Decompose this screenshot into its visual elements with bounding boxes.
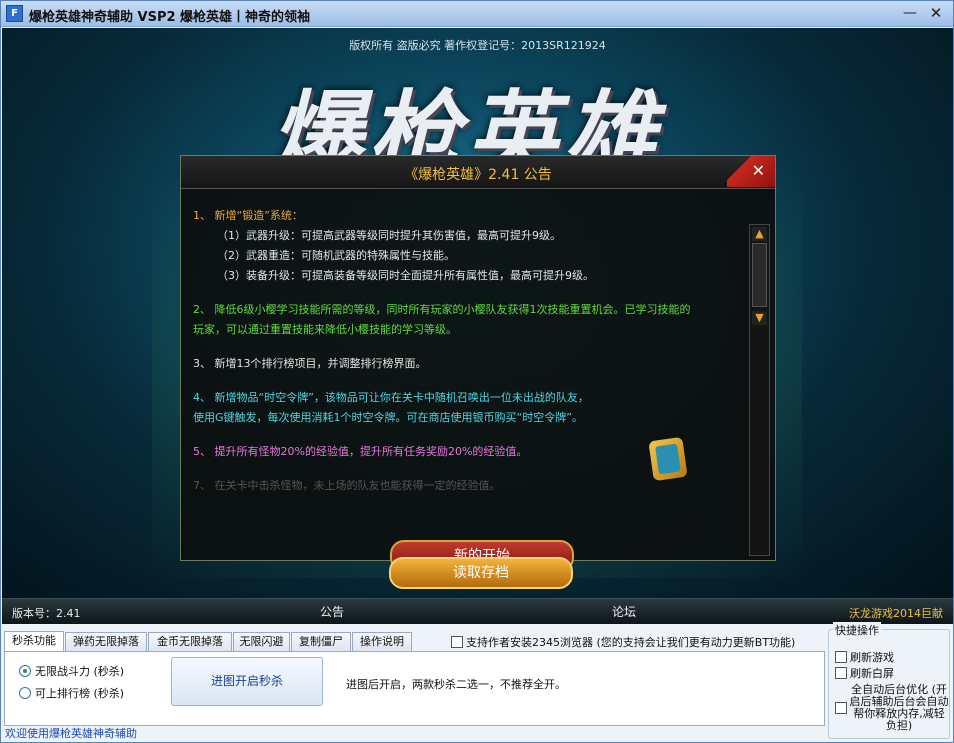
note-item: 4、 新增物品“时空令牌”，该物品可让你在关卡中随机召唤出一位未出战的队友， 使…: [193, 388, 741, 428]
game-banner: 版权所有 盗版必究 著作权登记号：2013SR121924 爆枪英雄 《爆枪英雄…: [2, 28, 953, 598]
note-item: 3、 新增13个排行榜项目，并调整排行榜界面。: [193, 354, 741, 374]
dialog-title: 《爆枪英雄》2.41 公告: [404, 167, 552, 183]
refresh-game-checkbox[interactable]: 刷新游戏: [835, 649, 894, 665]
note-sub-line: （1）武器升级：可提高武器等级同时提升其伤害值，最高可提升9级。: [217, 229, 561, 242]
radio-dot-icon[interactable]: [19, 665, 31, 677]
radio-unlimited-power[interactable]: 无限战斗力 (秒杀): [19, 663, 124, 679]
tab-infinite-ammo[interactable]: 弹药无限掉落: [65, 632, 147, 651]
tab-copy-zombie[interactable]: 复制僵尸: [291, 632, 351, 651]
radio-label: 无限战斗力 (秒杀): [35, 665, 125, 678]
app-logo-icon: F: [6, 5, 23, 22]
note-line: 1、 新增“锻造”系统：: [193, 209, 303, 222]
note-line: 2、 降低6级小樱学习技能所需的等级，同时所有玩家的小樱队友获得1次技能重置机会…: [193, 303, 691, 316]
dialog-scrollbar[interactable]: ▲ ▼: [749, 224, 770, 556]
quick-operations-group: 快捷操作 刷新游戏 刷新白屏 全自动后台优化 (开启后辅助后台会自动帮你释放内存…: [828, 622, 950, 739]
copyright-text: 版权所有 盗版必究 著作权登记号：2013SR121924: [349, 39, 606, 52]
time-token-card-icon: [648, 436, 688, 482]
load-save-button[interactable]: 读取存档: [389, 557, 573, 589]
note-item: 1、 新增“锻造”系统： （1）武器升级：可提高武器等级同时提升其伤害值，最高可…: [193, 206, 741, 286]
note-sub-line: （2）武器重造：可随机武器的特殊属性与技能。: [217, 249, 455, 262]
announcement-notes: 1、 新增“锻造”系统： （1）武器升级：可提高武器等级同时提升其伤害值，最高可…: [193, 206, 741, 551]
checkbox-box[interactable]: [451, 636, 463, 648]
tab-instructions[interactable]: 操作说明: [352, 632, 412, 651]
radio-leaderboard-ok[interactable]: 可上排行榜 (秒杀): [19, 685, 124, 701]
enable-instant-kill-button[interactable]: 进图开启秒杀: [171, 657, 323, 706]
notice-tab[interactable]: 公告: [320, 603, 344, 620]
dialog-header: 《爆枪英雄》2.41 公告 ✕: [181, 156, 775, 189]
app-window: F 爆枪英雄神奇辅助 VSP2 爆枪英雄丨神奇的领袖 — ✕ 版权所有 盗版必究…: [0, 0, 954, 743]
tab-instant-kill[interactable]: 秒杀功能: [4, 631, 64, 652]
radio-label: 可上排行榜 (秒杀): [35, 687, 125, 700]
auto-optimize-checkbox[interactable]: [835, 702, 850, 714]
refresh-white-screen-checkbox[interactable]: 刷新白屏: [835, 665, 894, 681]
tab-infinite-gold[interactable]: 金币无限掉落: [148, 632, 232, 651]
checkbox-box[interactable]: [835, 651, 847, 663]
note-item: 2、 降低6级小樱学习技能所需的等级，同时所有玩家的小樱队友获得1次技能重置机会…: [193, 300, 741, 340]
panel-hint: 进图后开启，两款秒杀二选一，不推荐全开。: [346, 678, 566, 691]
version-label: 版本号：2.41: [12, 607, 81, 620]
announcement-dialog: 《爆枪英雄》2.41 公告 ✕ 1、 新增“锻造”系统： （1）武器升级：可提高…: [180, 155, 776, 561]
title-bar[interactable]: F 爆枪英雄神奇辅助 VSP2 爆枪英雄丨神奇的领袖 — ✕: [1, 1, 953, 27]
tab-infinite-dodge[interactable]: 无限闪避: [233, 632, 290, 651]
status-bar: 欢迎使用爆枪英雄神奇辅助: [5, 727, 137, 740]
note-line: 4、 新增物品“时空令牌”，该物品可让你在关卡中随机召唤出一位未出战的队友，: [193, 391, 589, 404]
forum-tab[interactable]: 论坛: [612, 603, 636, 620]
close-button[interactable]: ✕: [926, 5, 946, 23]
radio-dot-icon[interactable]: [19, 687, 31, 699]
feature-tabs: 秒杀功能 弹药无限掉落 金币无限掉落 无限闪避 复制僵尸 操作说明: [4, 631, 424, 652]
minimize-button[interactable]: —: [900, 5, 920, 23]
note-sub-line: （3）装备升级：可提高装备等级同时全面提升所有属性值，最高可提升9级。: [217, 269, 594, 282]
checkbox-label: 刷新游戏: [850, 651, 894, 664]
note-line: 使用G键触发，每次使用消耗1个时空令牌。可在商店使用银币购买“时空令牌”。: [193, 411, 583, 424]
checkbox-box[interactable]: [835, 667, 847, 679]
auto-optimize-label: 全自动后台优化 (开启后辅助后台会自动帮你释放内存,减轻负担): [849, 683, 949, 732]
support-checkbox-label: 支持作者安装2345浏览器 (您的支持会让我们更有动力更新BT功能): [466, 636, 796, 649]
scroll-down-arrow-icon[interactable]: ▼: [752, 311, 767, 325]
checkbox-box[interactable]: [835, 702, 847, 714]
scroll-up-arrow-icon[interactable]: ▲: [752, 227, 767, 241]
publisher-credit: 沃龙游戏2014巨献: [849, 607, 943, 620]
dialog-close-button[interactable]: ✕: [727, 156, 775, 187]
quick-operations-title: 快捷操作: [833, 622, 881, 638]
checkbox-label: 刷新白屏: [850, 667, 894, 680]
note-line: 3、 新增13个排行榜项目，并调整排行榜界面。: [193, 357, 427, 370]
scroll-thumb[interactable]: [752, 243, 767, 307]
note-line: 玩家，可以通过重置技能来降低小樱技能的学习等级。: [193, 323, 457, 336]
window-title: 爆枪英雄神奇辅助 VSP2 爆枪英雄丨神奇的领袖: [29, 10, 311, 25]
support-checkbox[interactable]: 支持作者安装2345浏览器 (您的支持会让我们更有动力更新BT功能): [451, 634, 795, 650]
instant-kill-panel: 无限战斗力 (秒杀) 可上排行榜 (秒杀) 进图开启秒杀 进图后开启，两款秒杀二…: [4, 651, 825, 726]
info-bar: 版本号：2.41 公告 论坛 沃龙游戏2014巨献: [2, 598, 953, 624]
